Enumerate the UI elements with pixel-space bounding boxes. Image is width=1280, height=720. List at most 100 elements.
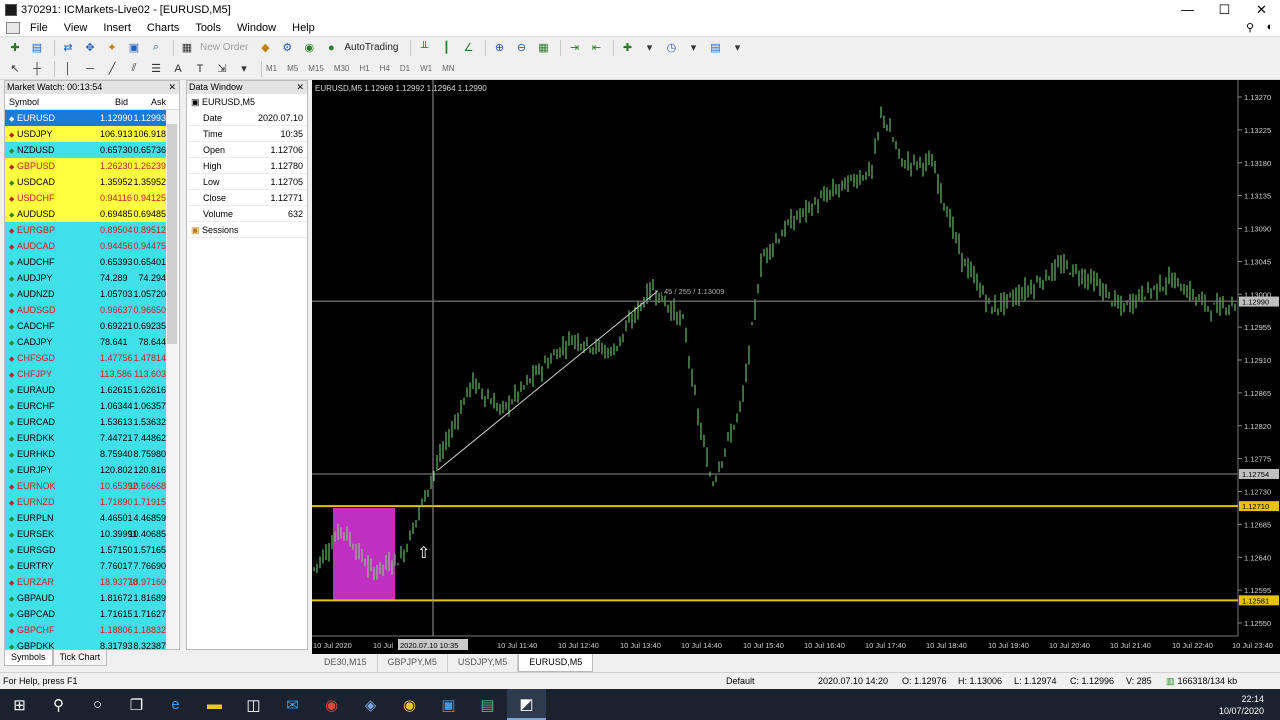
navigator-icon[interactable]: ✦ (103, 40, 121, 56)
auto-scroll-icon[interactable]: ⇥ (565, 40, 583, 56)
market-watch-row[interactable]: ◆ AUDUSD 0.69485 0.69485 (5, 206, 169, 222)
market-watch-row[interactable]: ◆ EURZAR 18.93770 18.97160 (5, 574, 169, 590)
market-watch-row[interactable]: ◆ GBPAUD 1.81672 1.81689 (5, 590, 169, 606)
timeframe-h4[interactable]: H4 (380, 64, 390, 73)
market-watch-row[interactable]: ◆ GBPCAD 1.71615 1.71627 (5, 606, 169, 622)
market-watch-row[interactable]: ◆ USDCHF 0.94116 0.94125 (5, 190, 169, 206)
timeframe-m5[interactable]: M5 (287, 64, 298, 73)
timeframe-d1[interactable]: D1 (400, 64, 410, 73)
tab-symbols[interactable]: Symbols (4, 650, 53, 666)
menu-view[interactable]: View (56, 22, 96, 34)
market-watch-row[interactable]: ◆ NZDUSD 0.65730 0.65736 (5, 142, 169, 158)
profiles-icon[interactable]: ▤ (28, 40, 46, 56)
timeframe-w1[interactable]: W1 (420, 64, 432, 73)
tile-windows-icon[interactable]: ▦ (534, 40, 552, 56)
app-icon[interactable]: ◈ (351, 689, 390, 720)
market-watch-row[interactable]: ◆ USDJPY 106.913 106.918 (5, 126, 169, 142)
close-icon[interactable]: ✕ (168, 81, 179, 94)
column-bid[interactable]: Bid (100, 94, 128, 109)
menu-file[interactable]: File (22, 22, 56, 34)
candlestick-icon[interactable]: ┃ (437, 40, 455, 56)
tab-tick-chart[interactable]: Tick Chart (52, 650, 108, 666)
chrome-icon[interactable]: ◉ (390, 689, 429, 720)
market-watch-row[interactable]: ◆ CADCHF 0.69221 0.69235 (5, 318, 169, 334)
chart-shift-icon[interactable]: ⇤ (587, 40, 605, 56)
market-watch-row[interactable]: ◆ EURHKD 8.75940 8.75980 (5, 446, 169, 462)
market-watch-row[interactable]: ◆ EURGBP 0.89504 0.89512 (5, 222, 169, 238)
menu-help[interactable]: Help (284, 22, 323, 34)
options-icon[interactable]: ⚙ (278, 40, 296, 56)
indicators-icon[interactable]: ✚ (618, 40, 636, 56)
timeframe-m15[interactable]: M15 (308, 64, 324, 73)
market-watch-row[interactable]: ◆ AUDCHF 0.65393 0.65401 (5, 254, 169, 270)
chart-tab[interactable]: GBPJPY,M5 (378, 654, 448, 672)
market-watch-row[interactable]: ◆ AUDSGD 0.96637 0.96650 (5, 302, 169, 318)
cortana-icon[interactable]: ○ (78, 689, 117, 720)
market-watch-row[interactable]: ◆ EURNZD 1.71890 1.71915 (5, 494, 169, 510)
data-row-sessions[interactable]: ▣ Sessions (187, 222, 307, 238)
clock[interactable]: 22:14 10/07/2020 (1219, 693, 1264, 717)
metatrader-icon[interactable]: ▤ (468, 689, 507, 720)
mail-icon[interactable]: ✉ (273, 689, 312, 720)
market-watch-row[interactable]: ◆ AUDJPY 74.289 74.294 (5, 270, 169, 286)
chart-tab[interactable]: DE30,M15 (314, 654, 378, 672)
templates-icon[interactable]: ▤ (706, 40, 724, 56)
metatrader-active-icon[interactable]: ◩ (507, 689, 546, 720)
channel-icon[interactable]: ⫽ (125, 61, 143, 77)
autotrading-button[interactable]: AutoTrading (344, 42, 398, 53)
price-chart[interactable]: EURUSD,M5 1.12969 1.12992 1.12964 1.1299… (312, 80, 1280, 654)
strategy-tester-icon[interactable]: ⌕ (147, 40, 165, 56)
maximize-button[interactable]: ☐ (1206, 0, 1243, 19)
market-watch-row[interactable]: ◆ EURDKK 7.44721 7.44862 (5, 430, 169, 446)
market-watch-row[interactable]: ◆ CADJPY 78.641 78.644 (5, 334, 169, 350)
account-icon[interactable]: ◐ (1260, 21, 1280, 34)
start-icon[interactable]: ⊞ (0, 689, 39, 720)
bar-chart-icon[interactable]: ╨ (415, 40, 433, 56)
close-icon[interactable]: ✕ (296, 81, 307, 94)
signals-icon[interactable]: ◉ (300, 40, 318, 56)
scrollbar[interactable] (166, 110, 178, 649)
market-watch-row[interactable]: ◆ GBPCHF 1.18806 1.18832 (5, 622, 169, 638)
market-watch-row[interactable]: ◆ EURAUD 1.62615 1.62616 (5, 382, 169, 398)
menu-charts[interactable]: Charts (139, 22, 187, 34)
timeframe-mn[interactable]: MN (442, 64, 454, 73)
scrollbar-thumb[interactable] (167, 124, 177, 344)
market-watch-row[interactable]: ◆ CHFJPY 113.586 113.603 (5, 366, 169, 382)
store-icon[interactable]: ◫ (234, 689, 273, 720)
screen-recorder-icon[interactable]: ▣ (429, 689, 468, 720)
chart-tab-active[interactable]: EURUSD,M5 (518, 654, 594, 672)
metaeditor-icon[interactable]: ◆ (256, 40, 274, 56)
terminal-icon[interactable]: ▣ (125, 40, 143, 56)
text-icon[interactable]: A (169, 61, 187, 77)
market-watch-row[interactable]: ◆ GBPUSD 1.26230 1.26239 (5, 158, 169, 174)
periods-icon[interactable]: ◷ (662, 40, 680, 56)
menu-tools[interactable]: Tools (187, 22, 229, 34)
dropdown-icon[interactable]: ▾ (684, 40, 702, 56)
market-watch-row[interactable]: ◆ CHFSGD 1.47756 1.47814 (5, 350, 169, 366)
autotrading-icon[interactable]: ● (322, 40, 340, 56)
line-chart-icon[interactable]: ∠ (459, 40, 477, 56)
fibonacci-icon[interactable]: ☰ (147, 61, 165, 77)
chart-tab[interactable]: USDJPY,M5 (448, 654, 519, 672)
dropdown-icon[interactable]: ▾ (235, 61, 253, 77)
search-icon[interactable]: ⚲ (39, 689, 78, 720)
market-watch-row[interactable]: ◆ EURNOK 10.65392 10.66668 (5, 478, 169, 494)
chrome-icon[interactable]: ◉ (312, 689, 351, 720)
chart-canvas[interactable]: EURUSD,M5 1.12969 1.12992 1.12964 1.1299… (312, 80, 1280, 654)
menu-window[interactable]: Window (229, 22, 284, 34)
close-button[interactable]: ✕ (1243, 0, 1280, 19)
dropdown-icon[interactable]: ▾ (728, 40, 746, 56)
timeframe-m1[interactable]: M1 (266, 64, 277, 73)
search-icon[interactable]: ⚲ (1240, 21, 1260, 34)
crosshair-icon[interactable]: ┼ (28, 61, 46, 77)
market-watch-icon[interactable]: ⇄ (59, 40, 77, 56)
dropdown-icon[interactable]: ▾ (640, 40, 658, 56)
zoom-out-icon[interactable]: ⊖ (512, 40, 530, 56)
edge-icon[interactable]: e (156, 689, 195, 720)
timeframe-m30[interactable]: M30 (334, 64, 350, 73)
market-watch-row[interactable]: ◆ EURTRY 7.76017 7.76690 (5, 558, 169, 574)
menu-insert[interactable]: Insert (95, 22, 139, 34)
new-order-icon[interactable]: ▦ (178, 40, 196, 56)
vertical-line-icon[interactable]: │ (59, 61, 77, 77)
new-order-button[interactable]: New Order (200, 42, 248, 53)
